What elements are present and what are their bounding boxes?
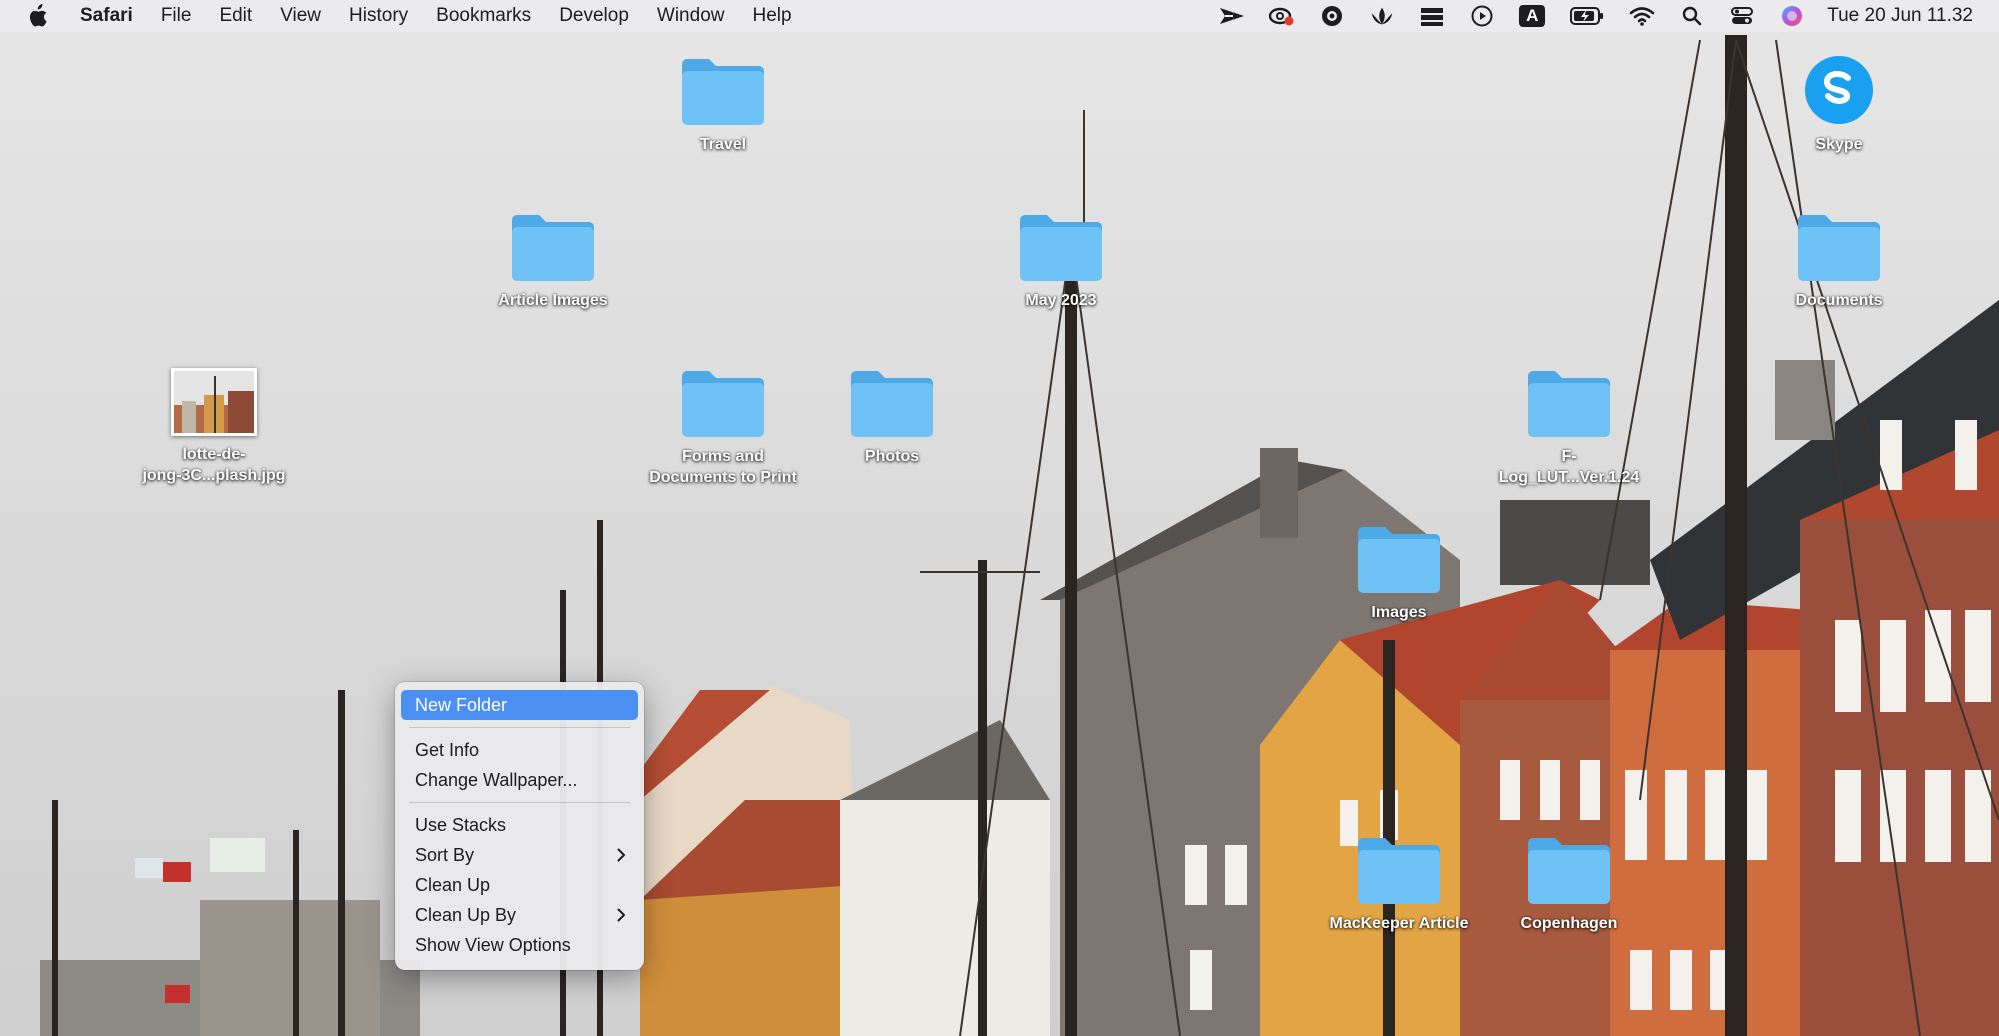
siri-icon[interactable] [1779, 3, 1805, 29]
desktop-item-label: Documents [1795, 292, 1883, 309]
menu-develop[interactable]: Develop [559, 5, 629, 27]
menu-item-label: Show View Options [415, 935, 571, 955]
menu-item-label: Clean Up [415, 875, 491, 895]
desktop-item-documents[interactable]: Documents [1739, 210, 1939, 311]
menu-app-safari[interactable]: Safari [80, 5, 133, 27]
menu-item-get-info[interactable]: Get Info [401, 735, 638, 765]
menu-item-sort-by[interactable]: Sort By [401, 840, 638, 870]
folder-icon [1528, 838, 1610, 904]
camera-lens-icon[interactable] [1319, 3, 1345, 29]
desktop-item-label: Images [1371, 604, 1427, 621]
folder-icon [1798, 215, 1880, 281]
menu-edit[interactable]: Edit [219, 5, 252, 27]
menu-item-label: New Folder [415, 695, 508, 715]
menu-item-clean-up[interactable]: Clean Up [401, 870, 638, 900]
chevron-right-icon [617, 900, 626, 930]
menu-view[interactable]: View [280, 5, 321, 27]
menu-item-label: Change Wallpaper... [415, 770, 578, 790]
image-thumbnail [171, 368, 257, 436]
menu-item-label: Sort By [415, 845, 475, 865]
creative-cloud-icon[interactable] [1269, 3, 1295, 29]
menu-item-label: Use Stacks [415, 815, 507, 835]
chevron-right-icon [617, 840, 626, 870]
play-circle-icon[interactable] [1469, 3, 1495, 29]
desktop-item-label: Copenhagen [1520, 915, 1618, 932]
wifi-icon[interactable] [1629, 3, 1655, 29]
desktop-item-label: Photos [864, 448, 920, 465]
menu-clock[interactable]: Tue 20 Jun 11.32 [1827, 5, 1973, 27]
desktop-item-may-2023[interactable]: May 2023 [961, 210, 1161, 311]
apple-menu-icon[interactable] [26, 4, 50, 28]
folder-icon [512, 215, 594, 281]
battery-icon[interactable] [1569, 3, 1605, 29]
input-source-label: A [1519, 5, 1546, 27]
menu-bar: Safari File Edit View History Bookmarks … [0, 0, 1999, 32]
menu-item-label: Get Info [415, 740, 480, 760]
search-icon[interactable] [1679, 3, 1705, 29]
menu-item-clean-up-by[interactable]: Clean Up By [401, 900, 638, 930]
books-icon[interactable] [1419, 3, 1445, 29]
folder-icon [682, 371, 764, 437]
folder-icon [682, 59, 764, 125]
desktop-item-travel[interactable]: Travel [623, 54, 823, 155]
menu-file[interactable]: File [161, 5, 192, 27]
folder-icon [1020, 215, 1102, 281]
menu-separator [409, 727, 630, 728]
desktop-item-article-images[interactable]: Article Images [453, 210, 653, 311]
menu-history[interactable]: History [349, 5, 408, 27]
folder-icon [851, 371, 933, 437]
menu-item-new-folder[interactable]: New Folder [401, 690, 638, 720]
menu-separator [409, 802, 630, 803]
menu-help[interactable]: Help [752, 5, 791, 27]
lotus-icon[interactable] [1369, 3, 1395, 29]
menu-item-label: Clean Up By [415, 905, 517, 925]
desktop-item-label: May 2023 [1025, 292, 1097, 309]
desktop-item-label: lotte-de- jong-3C...plash.jpg [142, 446, 286, 484]
menu-bookmarks[interactable]: Bookmarks [436, 5, 531, 27]
keyboard-a-icon[interactable]: A [1519, 3, 1546, 29]
desktop-context-menu: New Folder Get Info Change Wallpaper... … [395, 682, 644, 970]
desktop-item-copenhagen[interactable]: Copenhagen [1469, 833, 1669, 934]
desktop-item-label: F- Log_LUT...Ver.1.24 [1498, 448, 1640, 486]
menu-item-change-wallpaper[interactable]: Change Wallpaper... [401, 765, 638, 795]
menu-item-show-view-options[interactable]: Show View Options [401, 930, 638, 960]
desktop-item-label: Article Images [498, 292, 608, 309]
desktop-item-photos[interactable]: Photos [792, 366, 992, 467]
menu-window[interactable]: Window [657, 5, 725, 27]
desktop-item-images[interactable]: Images [1299, 522, 1499, 623]
desktop-wallpaper[interactable] [0, 0, 1999, 1036]
menu-item-use-stacks[interactable]: Use Stacks [401, 810, 638, 840]
folder-icon [1528, 371, 1610, 437]
paper-plane-icon[interactable] [1219, 3, 1245, 29]
folder-icon [1358, 838, 1440, 904]
desktop-item-skype[interactable]: Skype [1739, 54, 1939, 155]
desktop-item-label: Travel [699, 136, 747, 153]
desktop-item-f-log-lut[interactable]: F- Log_LUT...Ver.1.24 [1469, 366, 1669, 488]
desktop-item-lotte-jpg[interactable]: lotte-de- jong-3C...plash.jpg [114, 368, 314, 486]
folder-icon [1358, 527, 1440, 593]
control-center-icon[interactable] [1729, 3, 1755, 29]
skype-icon [1805, 56, 1873, 124]
desktop-item-label: Skype [1815, 136, 1863, 153]
status-area: A Tue 20 Jun 11.32 [1195, 0, 1999, 32]
